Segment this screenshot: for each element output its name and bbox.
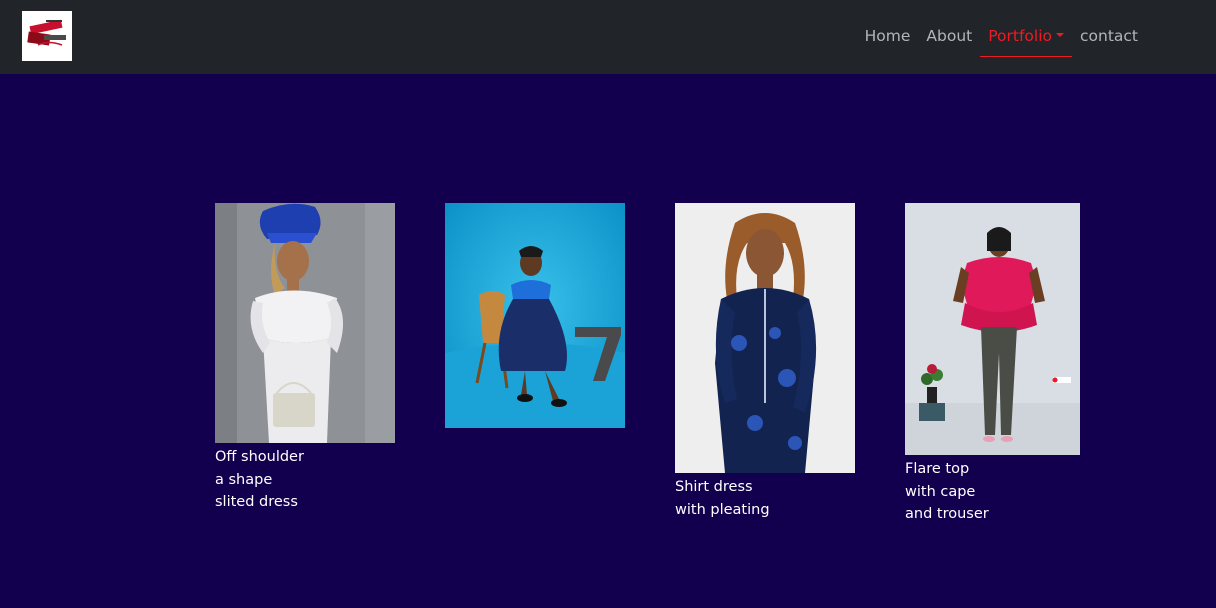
portfolio-card-girl-chair [445,203,625,428]
portfolio-photo-off-shoulder[interactable] [215,203,395,443]
caption-line: slited dress [215,494,298,510]
portfolio-caption-shirt-dress: Shirt dress with pleating [675,473,855,521]
girl-on-chair-image [445,203,625,428]
caption-line: with pleating [675,501,770,518]
portfolio-caption-off-shoulder: Off shoulder a shape slited dress [215,443,395,514]
woman-flare-top-image [905,203,1080,455]
brand-logo[interactable] [22,11,72,61]
portfolio-card-shirt-dress: Shirt dress with pleating [675,203,855,521]
caption-line: a shape [215,471,273,488]
nav-portfolio-label: Portfolio [988,27,1052,45]
nav-portfolio[interactable]: Portfolio [980,26,1072,57]
caption-line: and trouser [905,506,989,522]
woman-shirt-dress-image [675,203,855,473]
portfolio-photo-girl-chair[interactable] [445,203,625,428]
woman-white-dress-image [215,203,395,443]
portfolio-card-off-shoulder: Off shoulder a shape slited dress [215,203,395,514]
portfolio-caption-flare-top: Flare top with cape and trouser [905,455,1080,526]
portfolio-photo-flare-top[interactable] [905,203,1080,455]
nav-contact[interactable]: contact [1072,26,1146,57]
caption-line: Off shoulder [215,449,304,465]
caption-line: Shirt dress [675,479,753,495]
caption-line: Flare top [905,461,970,477]
nav-about[interactable]: About [918,26,980,57]
portfolio-card-flare-top: Flare top with cape and trouser [905,203,1080,526]
navbar: Home About Portfolio contact [0,0,1216,74]
nav-home[interactable]: Home [857,26,919,57]
main-nav: Home About Portfolio contact [857,0,1146,74]
portfolio-photo-shirt-dress[interactable] [675,203,855,473]
brand-logo-icon [22,11,72,61]
caret-down-icon [1055,33,1064,37]
caption-line: with cape [905,483,976,500]
